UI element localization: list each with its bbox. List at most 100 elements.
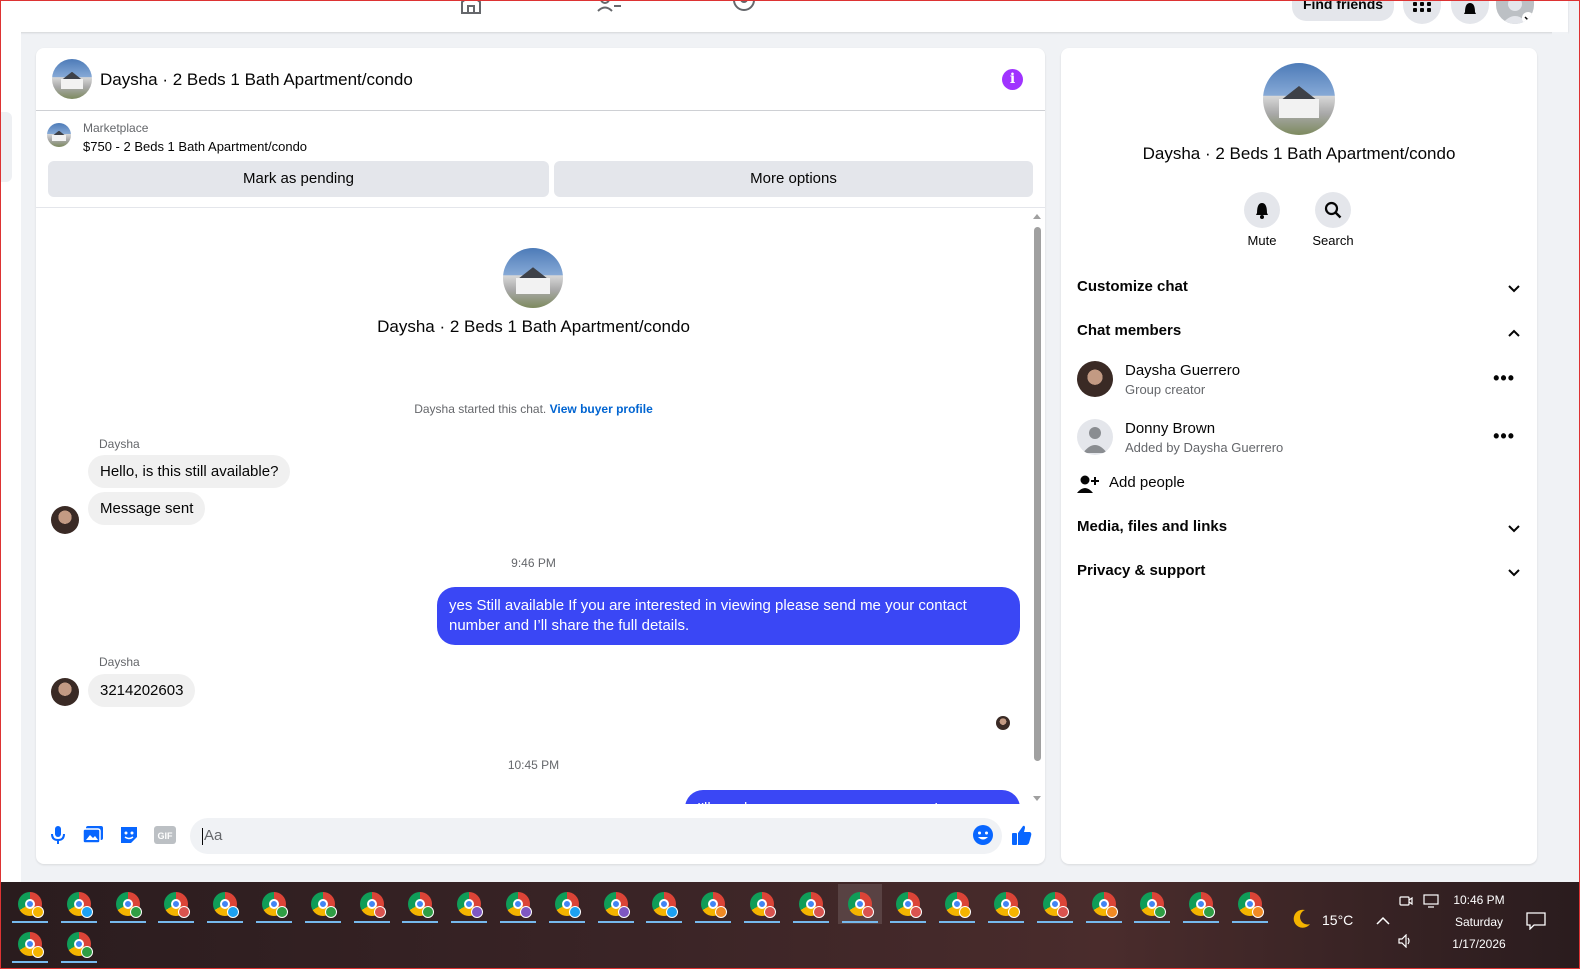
more-options-icon[interactable]: •••	[1493, 426, 1515, 447]
volume-icon[interactable]	[1398, 934, 1414, 948]
bell-icon[interactable]	[1451, 0, 1489, 24]
chrome-taskbar-button[interactable]	[106, 884, 150, 924]
outgoing-message-bubble[interactable]: I'll send you a message as soon as I can…	[685, 790, 1020, 804]
chat-avatar[interactable]	[52, 59, 92, 99]
media-files-section[interactable]: Media, files and links	[1077, 518, 1521, 542]
scroll-up-arrow[interactable]	[1033, 214, 1041, 219]
chrome-taskbar-button[interactable]	[447, 884, 491, 924]
chrome-taskbar-button[interactable]	[642, 884, 686, 924]
profile-badge-icon	[520, 906, 532, 918]
friends-icon[interactable]	[596, 0, 622, 16]
chrome-taskbar-button[interactable]	[1130, 884, 1174, 924]
search-button[interactable]: Search	[1303, 192, 1363, 248]
member-row[interactable]: Donny Brown Added by Daysha Guerrero •••	[1077, 419, 1521, 463]
account-avatar[interactable]	[1496, 0, 1534, 24]
sender-avatar[interactable]	[51, 678, 79, 706]
mute-button[interactable]: Mute	[1232, 192, 1292, 248]
chrome-taskbar-button[interactable]	[301, 884, 345, 924]
member-name[interactable]: Daysha Guerrero	[1125, 362, 1240, 379]
chrome-taskbar-button[interactable]	[789, 884, 833, 924]
profile-badge-icon	[812, 906, 825, 918]
member-row[interactable]: Daysha Guerrero Group creator •••	[1077, 361, 1521, 405]
profile-badge-icon	[227, 906, 240, 918]
sender-avatar[interactable]	[51, 506, 79, 534]
chrome-taskbar-button[interactable]	[1179, 884, 1223, 924]
member-avatar[interactable]	[1077, 361, 1113, 397]
photo-icon[interactable]	[81, 824, 105, 846]
member-avatar[interactable]	[1077, 419, 1113, 455]
chrome-taskbar-button[interactable]	[594, 884, 638, 924]
chrome-taskbar-button[interactable]	[691, 884, 735, 924]
sticker-icon[interactable]	[117, 824, 141, 846]
microphone-icon[interactable]	[46, 824, 70, 846]
intro-avatar	[503, 248, 563, 308]
network-icon[interactable]	[1423, 894, 1439, 908]
find-friends-button[interactable]: Find friends	[1292, 0, 1394, 21]
message-bubble[interactable]: 3214202603	[88, 674, 196, 707]
profile-badge-icon	[276, 906, 288, 918]
profile-badge-icon	[32, 946, 44, 958]
bell-icon[interactable]	[1244, 192, 1280, 228]
message-bubble[interactable]: Hello, is this still available?	[88, 455, 291, 488]
listing-thumbnail[interactable]	[47, 123, 71, 147]
chrome-taskbar-button[interactable]	[350, 884, 394, 924]
chrome-taskbar-button[interactable]	[886, 884, 930, 924]
menu-grid-icon[interactable]	[1403, 0, 1441, 24]
chrome-taskbar-button[interactable]	[252, 884, 296, 924]
outgoing-message-bubble[interactable]: yes Still available If you are intereste…	[437, 587, 1020, 645]
scroll-down-arrow[interactable]	[1033, 796, 1041, 801]
chrome-taskbar-button[interactable]	[203, 884, 247, 924]
chrome-taskbar-button[interactable]	[496, 884, 540, 924]
gif-icon[interactable]: GIF	[153, 824, 177, 846]
running-indicator	[158, 921, 195, 923]
chrome-taskbar-button[interactable]	[57, 884, 101, 924]
chrome-taskbar-button[interactable]	[545, 884, 589, 924]
message-input[interactable]: Aa	[190, 818, 1002, 854]
notifications-icon[interactable]	[1526, 912, 1546, 930]
chat-header: Daysha · 2 Beds 1 Bath Apartment/condo i	[36, 48, 1045, 111]
listing-label: Marketplace	[83, 121, 149, 135]
chrome-taskbar-button[interactable]	[740, 884, 784, 924]
search-icon[interactable]	[1315, 192, 1351, 228]
like-icon[interactable]	[1010, 824, 1034, 846]
chat-members-section[interactable]: Chat members	[1077, 322, 1521, 346]
emoji-icon[interactable]	[971, 824, 995, 846]
mute-label: Mute	[1247, 233, 1277, 248]
chrome-taskbar-button[interactable]	[837, 884, 882, 924]
more-options-button[interactable]: More options	[554, 161, 1033, 197]
scroll-thumb[interactable]	[1034, 227, 1041, 761]
weather-widget[interactable]: 15°C	[1290, 908, 1360, 932]
chevron-up-icon[interactable]	[1376, 916, 1390, 926]
chrome-taskbar-button[interactable]	[8, 924, 52, 964]
member-name[interactable]: Donny Brown	[1125, 420, 1215, 437]
chrome-taskbar-button[interactable]	[154, 884, 198, 924]
info-icon[interactable]: i	[1002, 69, 1023, 90]
add-people-button[interactable]: Add people	[1077, 474, 1521, 498]
meet-now-icon[interactable]	[1399, 894, 1413, 908]
profile-badge-icon	[617, 906, 630, 918]
mark-as-pending-button[interactable]: Mark as pending	[48, 161, 549, 197]
chrome-taskbar-button[interactable]	[935, 884, 979, 924]
profile-badge-icon	[959, 906, 972, 918]
chrome-taskbar-button[interactable]	[984, 884, 1028, 924]
chrome-taskbar-button[interactable]	[57, 924, 101, 964]
home-icon[interactable]	[459, 0, 485, 16]
chrome-taskbar-button[interactable]	[1082, 884, 1126, 924]
text-caret	[202, 827, 203, 845]
more-options-icon[interactable]: •••	[1493, 368, 1515, 389]
message-scrollbar[interactable]	[1032, 213, 1042, 803]
message-bubble[interactable]: Message sent	[88, 492, 206, 525]
privacy-support-section[interactable]: Privacy & support	[1077, 562, 1521, 586]
view-buyer-profile-link[interactable]: View buyer profile	[550, 402, 653, 416]
customize-chat-section[interactable]: Customize chat	[1077, 278, 1521, 302]
chrome-taskbar-button[interactable]	[1228, 884, 1272, 924]
sender-name: Daysha	[99, 655, 140, 669]
chrome-taskbar-button[interactable]	[8, 884, 52, 924]
listing-title[interactable]: $750 - 2 Beds 1 Bath Apartment/condo	[83, 139, 307, 154]
chrome-taskbar-button[interactable]	[1033, 884, 1077, 924]
page-scrollbar[interactable]	[1552, 32, 1568, 882]
sidebar-tab[interactable]	[0, 112, 12, 182]
chat-title[interactable]: Daysha · 2 Beds 1 Bath Apartment/condo	[100, 70, 413, 90]
chrome-taskbar-button[interactable]	[398, 884, 442, 924]
groups-icon[interactable]	[732, 0, 758, 16]
